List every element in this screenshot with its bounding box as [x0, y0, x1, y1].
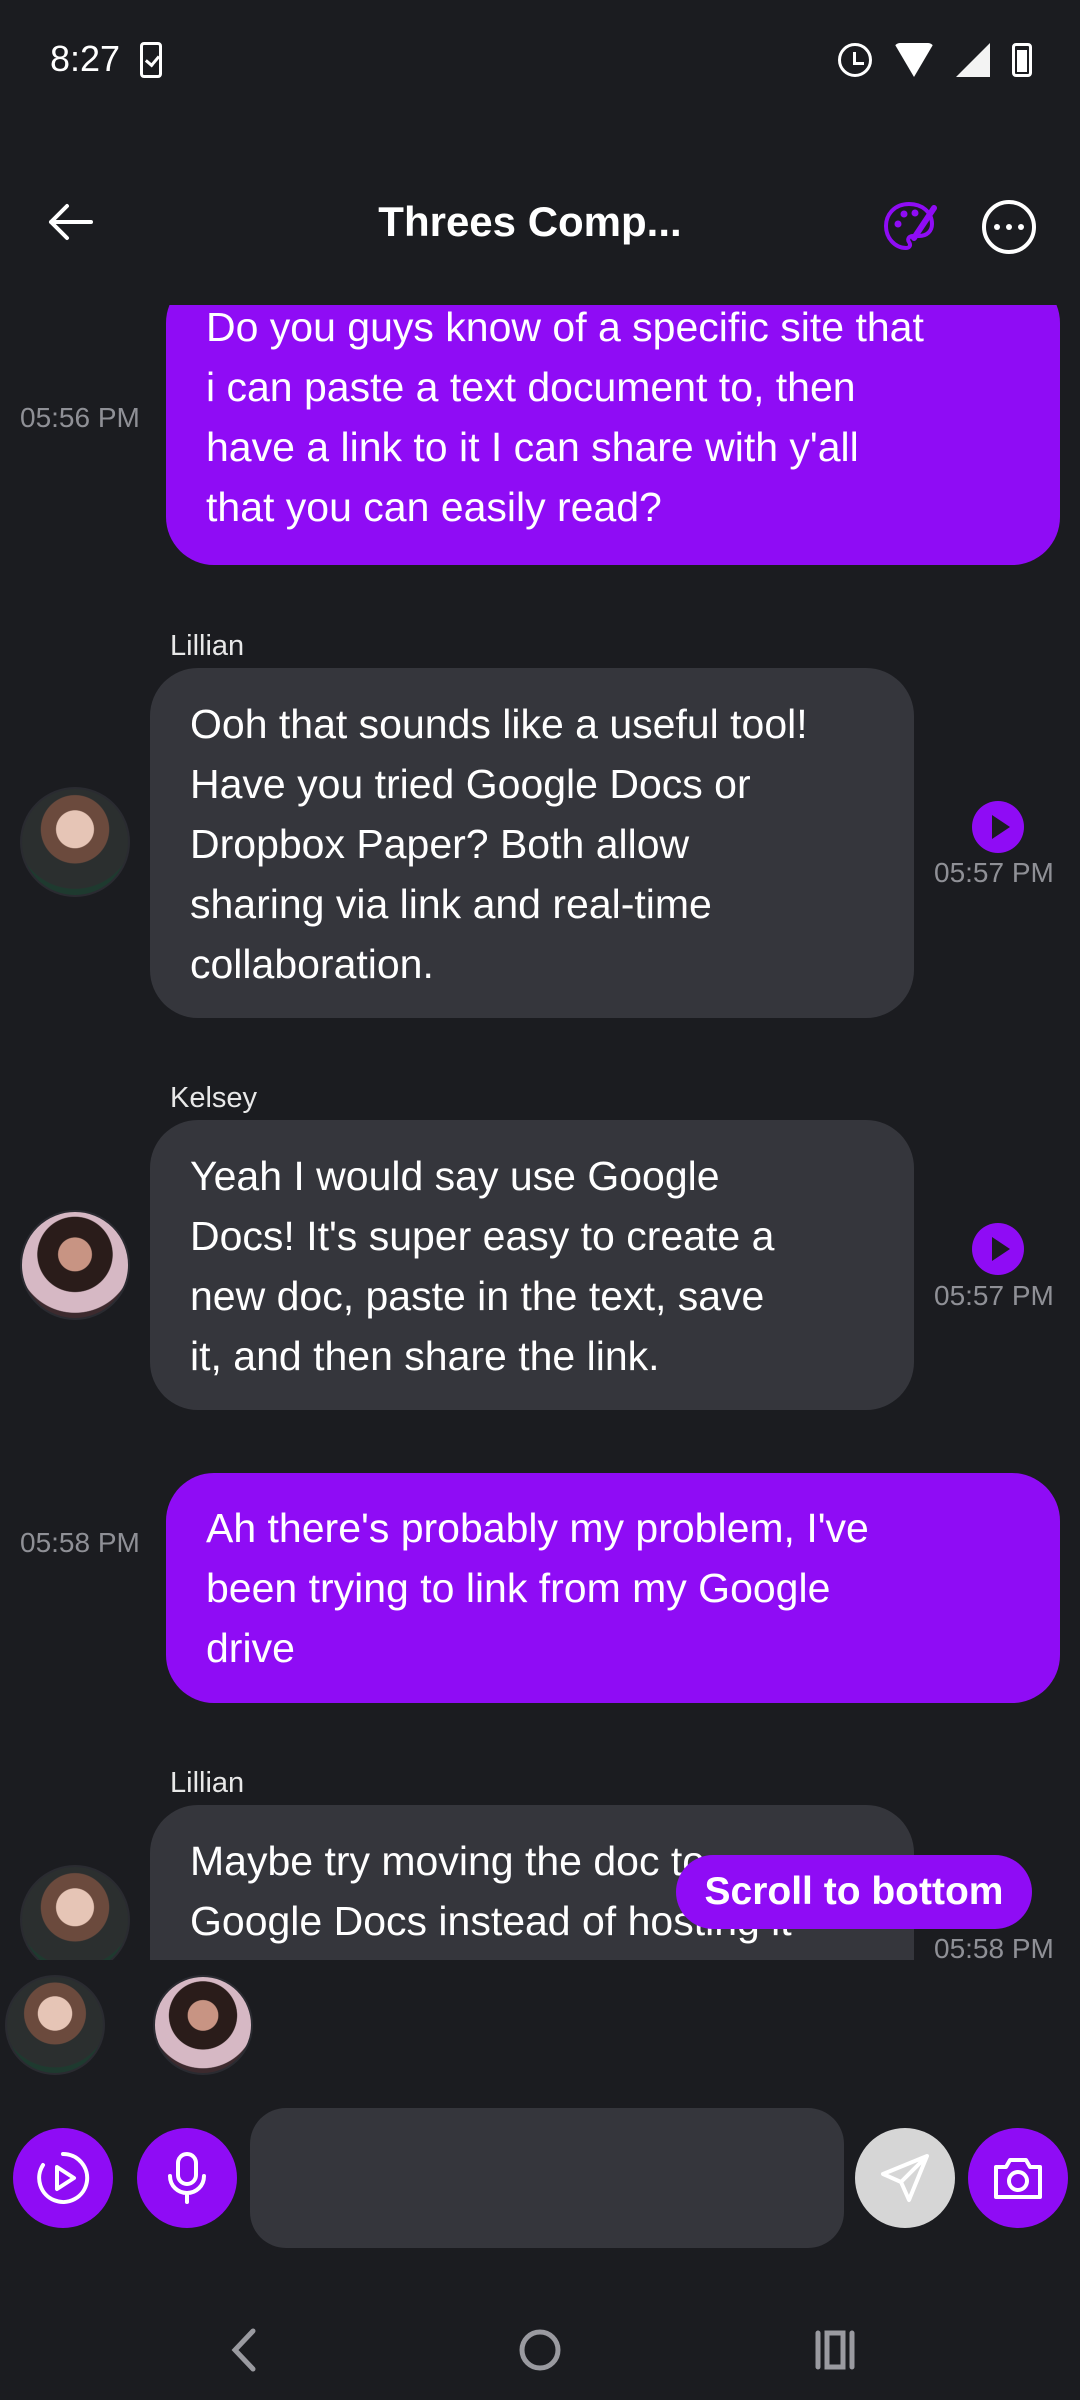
message-line: sharing via link and real-time	[190, 881, 712, 927]
arrow-left-icon	[49, 204, 93, 240]
message-bubble-theirs[interactable]: Yeah I would say use Google Docs! It's s…	[150, 1120, 914, 1410]
play-voice-button[interactable]	[972, 1223, 1024, 1275]
theme-button[interactable]	[880, 198, 938, 256]
message-line: drive	[206, 1625, 295, 1671]
sender-name: Kelsey	[170, 1082, 258, 1114]
avatar-kelsey[interactable]	[20, 1210, 130, 1320]
message-line: Have you tried Google Docs or	[190, 761, 751, 807]
message-bubble-mine[interactable]: Ah there's probably my problem, I've bee…	[166, 1473, 1060, 1703]
palette-icon	[883, 201, 937, 251]
message-line: Do you guys know of a specific site that	[206, 305, 924, 350]
play-circle-icon	[37, 2151, 90, 2204]
voice-record-button[interactable]	[137, 2128, 237, 2228]
message-line: have a link to it I can share with y'all	[206, 424, 859, 470]
message-input[interactable]	[250, 2108, 844, 2248]
scroll-to-bottom-button[interactable]: Scroll to bottom	[676, 1855, 1032, 1929]
system-nav-bar	[0, 2290, 1080, 2400]
message-bubble-mine[interactable]: Do you guys know of a specific site that…	[166, 305, 1060, 565]
back-button[interactable]	[40, 192, 100, 252]
battery-icon	[1012, 43, 1032, 77]
message-time: 05:56 PM	[20, 402, 140, 433]
nav-home-button[interactable]	[500, 2310, 580, 2390]
send-icon	[881, 2154, 929, 2202]
participants-row	[0, 1975, 1080, 2085]
play-voice-button[interactable]	[972, 801, 1024, 853]
message-time: 05:58 PM	[934, 1933, 1054, 1960]
more-horizontal-icon	[994, 224, 1000, 230]
message-list[interactable]: 05:56 PM Do you guys know of a specific …	[0, 305, 1080, 1960]
wifi-icon	[894, 43, 934, 77]
nav-recents-button[interactable]	[795, 2310, 875, 2390]
sender-name: Lillian	[170, 630, 245, 662]
signal-icon	[956, 43, 990, 77]
camera-icon	[994, 2158, 1042, 2199]
alarm-icon	[838, 43, 872, 77]
participant-avatar-kelsey[interactable]	[153, 1975, 253, 2075]
chat-header: Threes Comp...	[0, 170, 1080, 280]
message-line: collaboration.	[190, 941, 434, 987]
participant-avatar-lillian[interactable]	[5, 1975, 105, 2075]
message-time: 05:58 PM	[20, 1527, 140, 1558]
avatar-lillian[interactable]	[20, 1865, 130, 1960]
avatar-lillian[interactable]	[20, 787, 130, 897]
message-line: Docs! It's super easy to create a	[190, 1213, 775, 1259]
status-bar: 8:27	[0, 0, 1080, 120]
message-line: Dropbox Paper? Both allow	[190, 821, 690, 867]
message-line: new doc, paste in the text, save	[190, 1273, 765, 1319]
message-line: that you can easily read?	[206, 484, 662, 530]
message-composer	[0, 2108, 1080, 2248]
recents-icon	[815, 2330, 855, 2370]
message-line: Ooh that sounds like a useful tool!	[190, 701, 808, 747]
message-line: Yeah I would say use Google	[190, 1153, 720, 1199]
microphone-icon	[168, 2152, 206, 2204]
video-play-button[interactable]	[13, 2128, 113, 2228]
send-button[interactable]	[855, 2128, 955, 2228]
status-time: 8:27	[50, 38, 121, 79]
sender-name: Lillian	[170, 1767, 245, 1799]
message-bubble-theirs[interactable]: Ooh that sounds like a useful tool! Have…	[150, 668, 914, 1018]
message-line: it, and then share the link.	[190, 1333, 660, 1379]
message-time: 05:57 PM	[934, 857, 1054, 888]
chevron-left-icon	[231, 2328, 256, 2372]
status-icons	[838, 40, 1032, 80]
message-line: Ah there's probably my problem, I've	[206, 1505, 869, 1551]
message-line: i can paste a text document to, then	[206, 364, 856, 410]
home-circle-icon	[519, 2329, 561, 2371]
chat-title[interactable]: Threes Comp...	[320, 198, 740, 246]
camera-button[interactable]	[968, 2128, 1068, 2228]
nav-back-button[interactable]	[205, 2310, 285, 2390]
message-line: been trying to link from my Google	[206, 1565, 831, 1611]
task-done-icon	[140, 42, 162, 78]
more-options-button[interactable]	[982, 200, 1036, 254]
message-time: 05:57 PM	[934, 1280, 1054, 1311]
